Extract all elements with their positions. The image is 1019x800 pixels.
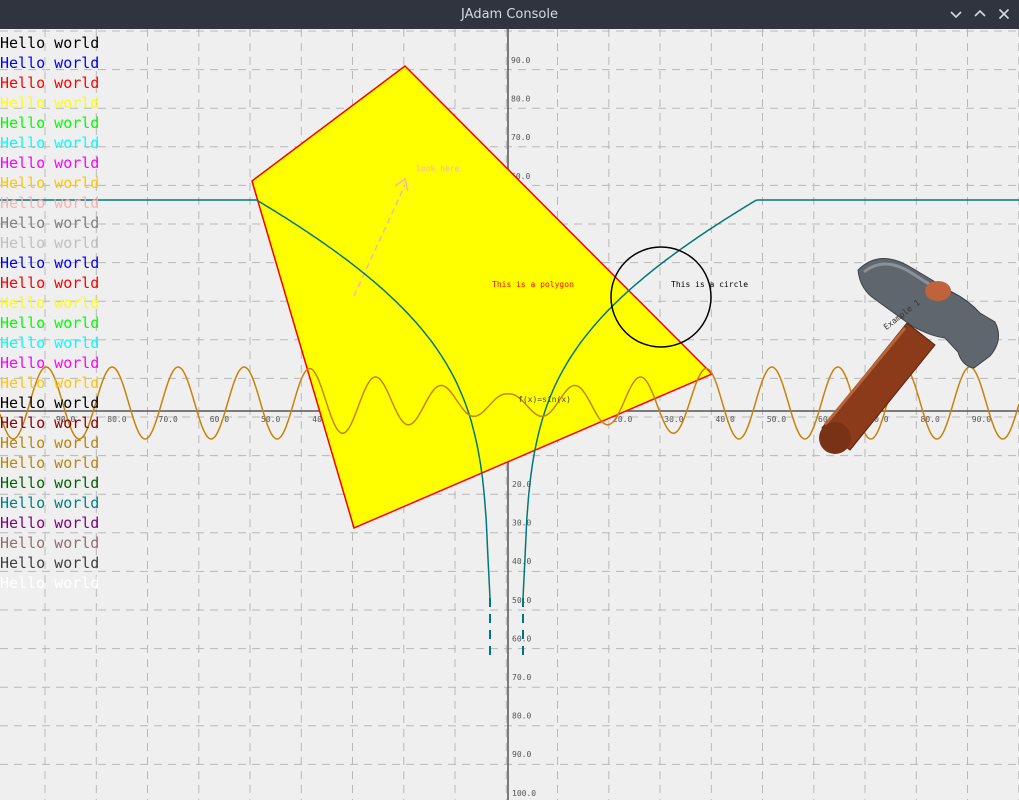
maximize-button[interactable]	[970, 4, 990, 24]
console-line: Hello world	[0, 374, 99, 392]
console-line: Hello world	[0, 134, 99, 152]
console-line: Hello world	[0, 414, 99, 432]
chevron-down-icon	[950, 11, 962, 19]
y-tick-label: 80.0	[511, 95, 530, 104]
y-tick-label: 60.0	[512, 634, 531, 643]
x-tick-label: 80.0	[921, 415, 940, 424]
x-tick-label: 60.0	[210, 415, 229, 424]
y-tick-label: 100.0	[512, 789, 536, 798]
console-line: Hello world	[0, 394, 99, 412]
circle-label: This is a circle	[671, 280, 748, 289]
chevron-up-icon	[974, 9, 986, 17]
y-tick-label: 40.0	[512, 557, 531, 566]
console-line: Hello world	[0, 434, 99, 452]
x-tick-label: 20.0	[613, 415, 632, 424]
close-icon	[998, 8, 1010, 20]
console-line: Hello world	[0, 354, 99, 372]
console-line: Hello world	[0, 254, 99, 272]
y-tick-label: 70.0	[512, 673, 531, 682]
close-button[interactable]	[994, 4, 1014, 24]
console-line: Hello world	[0, 34, 99, 52]
console-line: Hello world	[0, 154, 99, 172]
x-tick-label: 80.0	[107, 415, 126, 424]
x-tick-label: 40.0	[716, 415, 735, 424]
x-tick-label: 50.0	[767, 415, 786, 424]
y-tick-label: 90.0	[512, 750, 531, 759]
console-line: Hello world	[0, 114, 99, 132]
window-title: JAdam Console	[461, 7, 558, 22]
drawing-canvas[interactable]: 90.0 80.0 70.0 60.0 20.0 30.0 40.0 50.0 60.0 70.0…	[0, 29, 1019, 800]
app-window: JAdam Console 90.0 80.0 70.0 60.0 20.0 30.0 40…	[0, 0, 1019, 800]
title-bar[interactable]: JAdam Console	[0, 0, 1019, 29]
y-tick-label: 20.0	[512, 480, 531, 489]
console-line: Hello world	[0, 534, 99, 552]
console-line: Hello world	[0, 454, 99, 472]
y-tick-label: 50.0	[512, 596, 531, 605]
console-line: Hello world	[0, 314, 99, 332]
console-line: Hello world	[0, 574, 99, 592]
console-line: Hello world	[0, 554, 99, 572]
y-tick-label: 70.0	[511, 133, 530, 142]
console-line: Hello world	[0, 334, 99, 352]
console-line: Hello world	[0, 94, 99, 112]
polygon-label: This is a polygon	[492, 280, 574, 289]
console-line: Hello world	[0, 474, 99, 492]
minimize-button[interactable]	[946, 4, 966, 24]
y-tick-label: 80.0	[512, 712, 531, 721]
x-tick-label: 30.0	[664, 415, 683, 424]
console-line: Hello world	[0, 234, 99, 252]
x-tick-label: 70.0	[159, 415, 178, 424]
console-line: Hello world	[0, 494, 99, 512]
y-tick-label: 30.0	[512, 519, 531, 528]
console-line: Hello world	[0, 194, 99, 212]
console-line: Hello world	[0, 174, 99, 192]
console-line: Hello world	[0, 294, 99, 312]
function-label: f(x)=sin(x)	[518, 395, 571, 404]
console-line: Hello world	[0, 54, 99, 72]
console-line: Hello world	[0, 214, 99, 232]
console-line: Hello world	[0, 514, 99, 532]
arrow-label: look here	[416, 164, 460, 173]
console-line: Hello world	[0, 274, 99, 292]
console-line: Hello world	[0, 74, 99, 92]
y-tick-label: 90.0	[511, 56, 530, 65]
x-tick-label: 90.0	[972, 415, 991, 424]
